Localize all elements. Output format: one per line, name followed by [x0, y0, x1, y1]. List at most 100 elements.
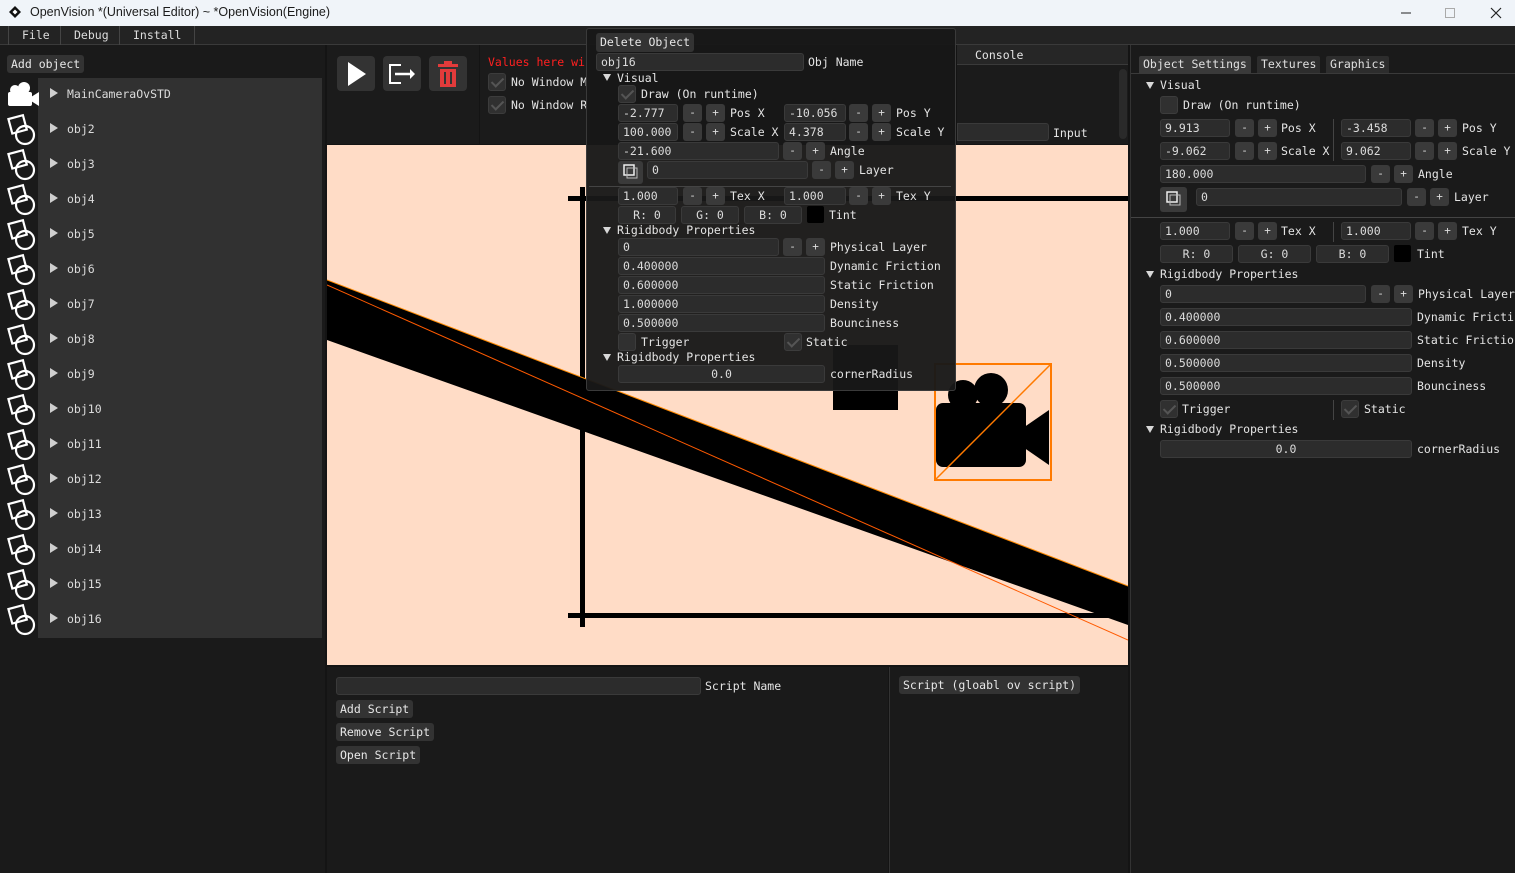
- angle-minus[interactable]: -: [1371, 165, 1390, 183]
- expand-arrow-icon[interactable]: [50, 263, 58, 273]
- layer-plus[interactable]: +: [1430, 188, 1449, 206]
- pos-x-minus[interactable]: -: [1235, 119, 1254, 137]
- layer-stack-button[interactable]: [1160, 187, 1187, 212]
- visual-collapse-icon[interactable]: [1146, 82, 1154, 89]
- hierarchy-item[interactable]: obj9: [38, 358, 322, 393]
- pos-y-minus[interactable]: -: [1415, 119, 1434, 137]
- layer-plus[interactable]: +: [835, 161, 854, 179]
- scale-y-plus[interactable]: +: [872, 123, 891, 141]
- rigidbody-collapse-icon[interactable]: [1146, 271, 1154, 278]
- pos-x-input[interactable]: -2.777: [618, 104, 678, 122]
- tex-x-minus[interactable]: -: [1235, 222, 1254, 240]
- expand-arrow-icon[interactable]: [50, 473, 58, 483]
- expand-arrow-icon[interactable]: [50, 403, 58, 413]
- pos-y-input[interactable]: -3.458: [1341, 119, 1411, 137]
- expand-arrow-icon[interactable]: [50, 368, 58, 378]
- visual-header[interactable]: Visual: [1160, 76, 1202, 94]
- static-friction-input[interactable]: 0.600000: [618, 276, 825, 294]
- rigidbody-header[interactable]: Rigidbody Properties: [617, 221, 755, 239]
- dynamic-friction-input[interactable]: 0.400000: [618, 257, 825, 275]
- pos-y-input[interactable]: -10.056: [784, 104, 846, 122]
- hierarchy-item[interactable]: MainCameraOvSTD: [38, 78, 322, 113]
- play-button[interactable]: [337, 56, 375, 91]
- tex-x-minus[interactable]: -: [683, 187, 702, 205]
- expand-arrow-icon[interactable]: [50, 508, 58, 518]
- layer-input[interactable]: 0: [647, 161, 808, 179]
- tint-r-input[interactable]: R: 0: [1160, 245, 1233, 263]
- menu-install[interactable]: Install: [119, 26, 196, 45]
- bounciness-input[interactable]: 0.500000: [618, 314, 825, 332]
- tex-y-minus[interactable]: -: [849, 187, 868, 205]
- scale-x-input[interactable]: -9.062: [1160, 142, 1230, 160]
- rigidbody2-collapse-icon[interactable]: [1146, 426, 1154, 433]
- tex-x-input[interactable]: 1.000: [1160, 222, 1230, 240]
- pos-x-plus[interactable]: +: [706, 104, 725, 122]
- scale-x-input[interactable]: 100.000: [618, 123, 678, 141]
- expand-arrow-icon[interactable]: [50, 578, 58, 588]
- hierarchy-item[interactable]: obj14: [38, 533, 322, 568]
- scale-x-minus[interactable]: -: [1235, 142, 1254, 160]
- dynamic-friction-input[interactable]: 0.400000: [1160, 308, 1412, 326]
- physical-layer-input[interactable]: 0: [618, 238, 779, 256]
- pos-x-minus[interactable]: -: [683, 104, 702, 122]
- pos-y-minus[interactable]: -: [849, 104, 868, 122]
- tex-x-plus[interactable]: +: [1258, 222, 1277, 240]
- static-friction-input[interactable]: 0.600000: [1160, 331, 1412, 349]
- expand-arrow-icon[interactable]: [50, 543, 58, 553]
- rigidbody-header[interactable]: Rigidbody Properties: [1160, 265, 1298, 283]
- rigidbody2-collapse-icon[interactable]: [603, 354, 611, 361]
- no-window-resize-checkbox[interactable]: [488, 96, 506, 114]
- pos-y-plus[interactable]: +: [872, 104, 891, 122]
- pos-y-plus[interactable]: +: [1438, 119, 1457, 137]
- delete-object-button[interactable]: Delete Object: [596, 33, 695, 52]
- script-name-input[interactable]: [336, 677, 701, 695]
- scale-x-plus[interactable]: +: [1258, 142, 1277, 160]
- close-button[interactable]: [1473, 0, 1515, 26]
- expand-arrow-icon[interactable]: [50, 613, 58, 623]
- scale-y-input[interactable]: 9.062: [1341, 142, 1411, 160]
- physical-layer-minus[interactable]: -: [783, 238, 802, 256]
- expand-arrow-icon[interactable]: [50, 123, 58, 133]
- no-window-moving-checkbox[interactable]: [488, 73, 506, 91]
- tint-color-swatch[interactable]: [807, 206, 824, 223]
- rigidbody-header-2[interactable]: Rigidbody Properties: [617, 348, 755, 366]
- tex-x-input[interactable]: 1.000: [618, 187, 678, 205]
- physical-layer-input[interactable]: 0: [1160, 285, 1366, 303]
- layer-input[interactable]: 0: [1196, 188, 1402, 206]
- tex-y-minus[interactable]: -: [1415, 222, 1434, 240]
- hierarchy-item[interactable]: obj6: [38, 253, 322, 288]
- expand-arrow-icon[interactable]: [50, 193, 58, 203]
- angle-minus[interactable]: -: [783, 142, 802, 160]
- hierarchy-item[interactable]: obj11: [38, 428, 322, 463]
- hierarchy-item[interactable]: obj5: [38, 218, 322, 253]
- expand-arrow-icon[interactable]: [50, 438, 58, 448]
- console-scrollbar[interactable]: [1119, 69, 1127, 139]
- tex-y-plus[interactable]: +: [1438, 222, 1457, 240]
- layer-minus[interactable]: -: [812, 161, 831, 179]
- expand-arrow-icon[interactable]: [50, 298, 58, 308]
- tex-y-input[interactable]: 1.000: [784, 187, 846, 205]
- menu-debug[interactable]: Debug: [60, 26, 122, 45]
- hierarchy-item[interactable]: obj2: [38, 113, 322, 148]
- expand-arrow-icon[interactable]: [50, 158, 58, 168]
- hierarchy-item[interactable]: obj10: [38, 393, 322, 428]
- tex-y-plus[interactable]: +: [872, 187, 891, 205]
- expand-arrow-icon[interactable]: [50, 333, 58, 343]
- tint-g-input[interactable]: G: 0: [1238, 245, 1311, 263]
- maximize-button[interactable]: [1427, 0, 1473, 26]
- menu-file[interactable]: File: [8, 26, 63, 45]
- expand-arrow-icon[interactable]: [50, 228, 58, 238]
- scale-y-input[interactable]: 4.378: [784, 123, 846, 141]
- trigger-checkbox[interactable]: [1160, 400, 1178, 418]
- hierarchy-item[interactable]: obj3: [38, 148, 322, 183]
- density-input[interactable]: 1.000000: [618, 295, 825, 313]
- angle-plus[interactable]: +: [1394, 165, 1413, 183]
- tex-y-input[interactable]: 1.000: [1341, 222, 1411, 240]
- rigidbody-collapse-icon[interactable]: [603, 227, 611, 234]
- angle-input[interactable]: -21.600: [618, 142, 779, 160]
- exit-button[interactable]: [383, 56, 421, 91]
- static-checkbox[interactable]: [1341, 400, 1359, 418]
- bounciness-input[interactable]: 0.500000: [1160, 377, 1412, 395]
- hierarchy-item[interactable]: obj12: [38, 463, 322, 498]
- hierarchy-item[interactable]: obj4: [38, 183, 322, 218]
